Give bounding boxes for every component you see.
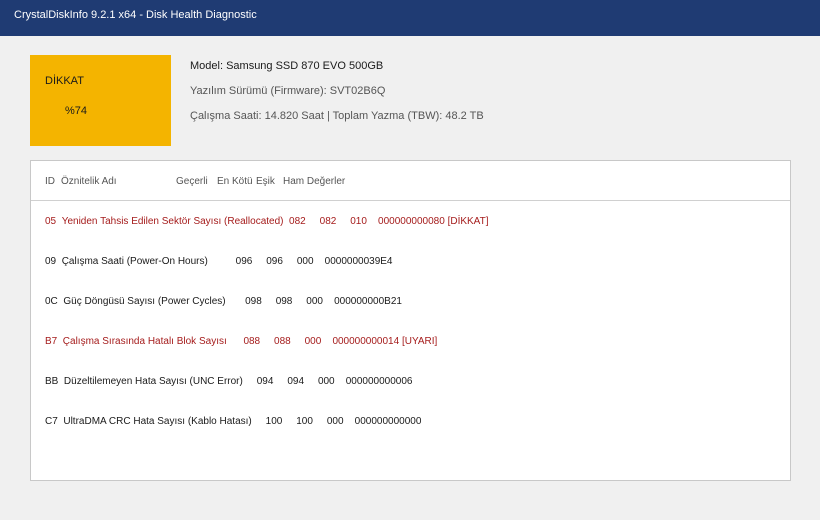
- window-title: CrystalDiskInfo 9.2.1 x64 - Disk Health …: [14, 9, 257, 21]
- column-header-raw[interactable]: Ham Değerler: [283, 176, 345, 187]
- attribute-id: 0C: [45, 296, 58, 307]
- attribute-id: 05: [45, 216, 57, 227]
- attribute-id: 09: [45, 256, 57, 267]
- table-row[interactable]: B7 Çalışma Sırasında Hatalı Blok Sayısı …: [45, 336, 437, 347]
- column-header-current[interactable]: Geçerli: [176, 176, 208, 187]
- column-header-worst[interactable]: En Kötü: [217, 176, 253, 187]
- drive-model: Model: Samsung SSD 870 EVO 500GB: [190, 60, 384, 72]
- table-row[interactable]: BB Düzeltilemeyen Hata Sayısı (UNC Error…: [45, 376, 413, 387]
- column-header-name[interactable]: Öznitelik Adı: [61, 176, 117, 187]
- attribute-current: 082: [289, 216, 306, 227]
- attribute-current: 094: [256, 376, 274, 387]
- attribute-id: C7: [45, 416, 58, 427]
- drive-firmware: Yazılım Sürümü (Firmware): SVT02B6Q: [190, 85, 386, 97]
- health-status-badge[interactable]: DİKKAT %74: [30, 55, 171, 146]
- attribute-threshold: 000: [296, 256, 314, 267]
- attribute-name: Yeniden Tahsis Edilen Sektör Sayısı (Rea…: [61, 216, 284, 227]
- attribute-worst: 094: [287, 376, 305, 387]
- attribute-worst: 098: [275, 296, 293, 307]
- table-row[interactable]: 09 Çalışma Saati (Power-On Hours) 096 09…: [45, 256, 393, 267]
- attribute-name: Güç Döngüsü Sayısı (Power Cycles): [63, 296, 226, 307]
- table-header: ID Öznitelik Adı Geçerli En Kötü Eşik Ha…: [31, 161, 790, 201]
- attribute-current: 098: [245, 296, 262, 307]
- attribute-worst: 096: [266, 256, 283, 267]
- attribute-raw: 000000000006: [345, 376, 413, 387]
- attribute-raw: 000000000080 [DİKKAT]: [378, 216, 489, 227]
- attribute-raw: 0000000039E4: [324, 256, 393, 267]
- title-bar: CrystalDiskInfo 9.2.1 x64 - Disk Health …: [0, 0, 820, 36]
- table-row[interactable]: 05 Yeniden Tahsis Edilen Sektör Sayısı (…: [45, 216, 489, 227]
- attribute-raw: 000000000000: [354, 416, 422, 427]
- smart-attributes-table: ID Öznitelik Adı Geçerli En Kötü Eşik Ha…: [30, 160, 791, 481]
- column-header-id[interactable]: ID: [45, 176, 55, 187]
- attribute-worst: 100: [296, 416, 313, 427]
- attribute-threshold: 000: [306, 296, 323, 307]
- attribute-name: Düzeltilemeyen Hata Sayısı (UNC Error): [63, 376, 243, 387]
- attribute-current: 100: [265, 416, 283, 427]
- column-header-threshold[interactable]: Eşik: [256, 176, 275, 187]
- attribute-current: 096: [235, 256, 253, 267]
- attribute-name: Çalışma Saati (Power-On Hours): [61, 256, 208, 267]
- attribute-current: 088: [243, 336, 261, 347]
- attribute-threshold: 010: [350, 216, 367, 227]
- table-row[interactable]: C7 UltraDMA CRC Hata Sayısı (Kablo Hatas…: [45, 416, 421, 427]
- attribute-raw: 000000000B21: [334, 296, 402, 307]
- attribute-threshold: 000: [304, 336, 322, 347]
- attribute-threshold: 000: [326, 416, 344, 427]
- attribute-id: BB: [45, 376, 59, 387]
- attribute-worst: 088: [274, 336, 291, 347]
- attribute-id: B7: [45, 336, 58, 347]
- drive-hours-writes: Çalışma Saati: 14.820 Saat | Toplam Yazm…: [190, 110, 484, 122]
- attribute-threshold: 000: [317, 376, 335, 387]
- health-status-label: DİKKAT: [45, 75, 84, 87]
- attribute-worst: 082: [319, 216, 337, 227]
- attribute-name: UltraDMA CRC Hata Sayısı (Kablo Hatası): [63, 416, 252, 427]
- attribute-name: Çalışma Sırasında Hatalı Blok Sayısı: [62, 336, 227, 347]
- attribute-raw: 000000000014 [UYARI]: [332, 336, 438, 347]
- table-row[interactable]: 0C Güç Döngüsü Sayısı (Power Cycles) 098…: [45, 296, 402, 307]
- health-percentage: %74: [65, 105, 88, 117]
